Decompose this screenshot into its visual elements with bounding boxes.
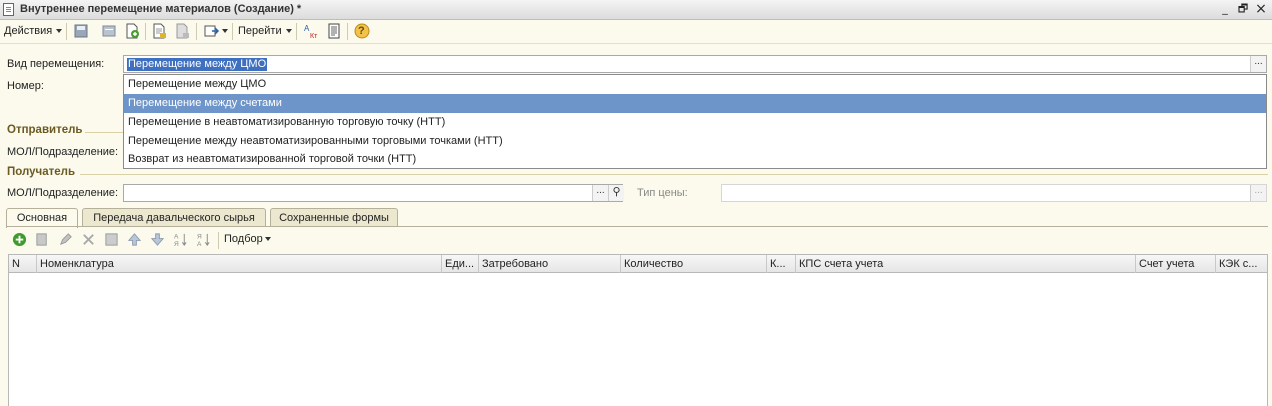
chevron-down-icon	[222, 29, 228, 33]
move-up-icon[interactable]	[127, 232, 142, 247]
report-icon[interactable]	[326, 23, 342, 39]
column-header-account[interactable]: Счет учета	[1136, 255, 1216, 273]
sender-section-title: Отправитель	[7, 124, 83, 136]
svg-text:А: А	[174, 234, 179, 241]
svg-text:A: A	[304, 24, 310, 33]
section-divider	[80, 174, 1268, 175]
toolbar-separator	[145, 23, 146, 40]
save-icon[interactable]	[73, 23, 89, 39]
end-edit-icon[interactable]	[104, 232, 119, 247]
chevron-down-icon	[56, 29, 62, 33]
column-header-kps-account[interactable]: КПС счета учета	[796, 255, 1136, 273]
toolbar-separator	[218, 232, 219, 249]
column-header-number[interactable]: N	[9, 255, 37, 273]
tab-panel-border	[6, 226, 1268, 227]
svg-text:А: А	[197, 241, 202, 247]
recipient-section-title: Получатель	[7, 166, 76, 178]
movement-type-value: Перемещение между ЦМО	[127, 58, 268, 71]
select-button[interactable]: ...	[1250, 56, 1266, 72]
tab-tolling-materials[interactable]: Передача давальческого сырья	[82, 208, 266, 227]
select-button[interactable]: ...	[592, 185, 608, 201]
price-type-label: Тип цены:	[637, 187, 688, 199]
number-label: Номер:	[7, 80, 44, 92]
table-header: N Номенклатура Еди... Затребовано Количе…	[8, 254, 1268, 273]
recipient-mol-field[interactable]: ... ⚲	[123, 184, 624, 202]
goto-menu[interactable]: Перейти	[238, 25, 282, 37]
toolbar-separator	[296, 23, 297, 40]
edit-row-icon[interactable]	[58, 232, 73, 247]
section-divider	[85, 132, 125, 133]
move-down-icon[interactable]	[150, 232, 165, 247]
new-document-icon[interactable]	[124, 23, 140, 39]
svg-text:Я: Я	[174, 241, 179, 247]
window-title: Внутреннее перемещение материалов (Созда…	[20, 3, 302, 15]
svg-text:Кт: Кт	[310, 33, 318, 39]
toolbar-separator	[66, 23, 67, 40]
selection-menu[interactable]: Подбор	[224, 233, 263, 245]
unpost-document-icon[interactable]	[174, 23, 190, 39]
dropdown-option[interactable]: Перемещение между неавтоматизированными …	[124, 132, 1266, 151]
copy-row-icon[interactable]	[35, 232, 50, 247]
chevron-down-icon	[286, 29, 292, 33]
toolbar-separator	[232, 23, 233, 40]
main-toolbar: Действия Перейти A Кт ?	[0, 20, 1272, 44]
select-button[interactable]: ...	[1250, 185, 1266, 201]
column-header-quantity[interactable]: Количество	[621, 255, 767, 273]
column-header-requested[interactable]: Затребовано	[479, 255, 621, 273]
actions-menu[interactable]: Действия	[4, 25, 52, 37]
column-header-kek[interactable]: КЭК с...	[1216, 255, 1267, 273]
dropdown-option[interactable]: Перемещение в неавтоматизированную торго…	[124, 113, 1266, 132]
dropdown-option-selected[interactable]: Перемещение между счетами	[124, 94, 1266, 113]
price-type-field[interactable]: ...	[721, 184, 1267, 202]
column-header-k[interactable]: К...	[767, 255, 796, 273]
title-bar: Внутреннее перемещение материалов (Созда…	[0, 0, 1272, 20]
movement-type-dropdown: Перемещение между ЦМО Перемещение между …	[123, 74, 1267, 169]
close-button[interactable]: ×	[1254, 2, 1268, 16]
minimize-button[interactable]: _	[1218, 2, 1232, 16]
dropdown-option[interactable]: Возврат из неавтоматизированной торговой…	[124, 150, 1266, 169]
svg-text:Я: Я	[197, 234, 202, 241]
sort-descending-icon[interactable]: ЯА	[196, 232, 211, 247]
based-on-icon[interactable]	[204, 23, 220, 39]
copy-icon[interactable]	[101, 23, 117, 39]
dropdown-option[interactable]: Перемещение между ЦМО	[124, 75, 1266, 94]
tab-main[interactable]: Основная	[6, 208, 78, 228]
help-glyph: ?	[358, 25, 365, 37]
table-body[interactable]	[8, 273, 1268, 406]
document-icon	[3, 3, 14, 16]
toolbar-separator	[347, 23, 348, 40]
sender-mol-label: МОЛ/Подразделение:	[7, 146, 119, 158]
column-header-nomenclature[interactable]: Номенклатура	[37, 255, 442, 273]
restore-button[interactable]: 🗗	[1236, 2, 1250, 16]
column-header-unit[interactable]: Еди...	[442, 255, 479, 273]
sort-ascending-icon[interactable]: АЯ	[173, 232, 188, 247]
search-icon[interactable]: ⚲	[608, 185, 624, 201]
tab-saved-forms[interactable]: Сохраненные формы	[270, 208, 398, 227]
movement-type-field[interactable]: Перемещение между ЦМО ...	[123, 55, 1267, 73]
movement-type-label: Вид перемещения:	[7, 58, 105, 70]
add-row-icon[interactable]	[12, 232, 27, 247]
debit-credit-icon[interactable]: AКт	[303, 23, 319, 39]
chevron-down-icon	[265, 237, 271, 241]
delete-row-icon[interactable]	[81, 232, 96, 247]
recipient-mol-label: МОЛ/Подразделение:	[7, 187, 119, 199]
toolbar-separator	[196, 23, 197, 40]
post-document-icon[interactable]	[151, 23, 167, 39]
